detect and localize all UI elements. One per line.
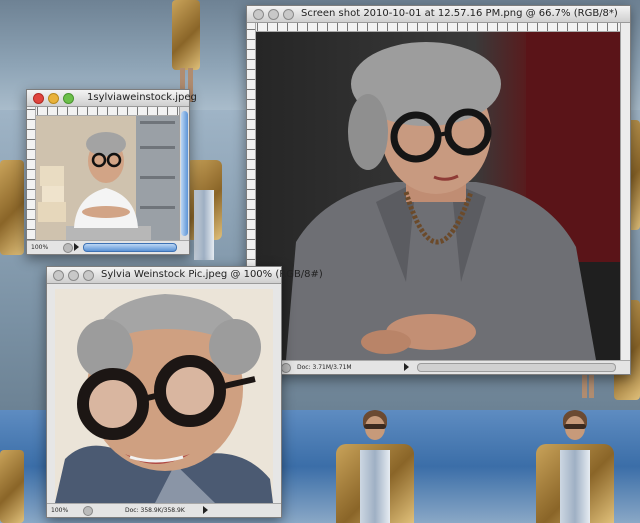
close-icon[interactable] (33, 93, 44, 104)
runway-model-image (530, 410, 620, 523)
document-canvas[interactable] (55, 289, 273, 503)
woman-portrait-photo (286, 32, 620, 360)
runway-model-image (0, 150, 26, 270)
document-size: Doc: 3.71M/3.71M (297, 364, 352, 371)
zoom-icon[interactable] (63, 93, 74, 104)
zoom-icon[interactable] (83, 270, 94, 281)
window-titlebar[interactable]: Screen shot 2010-10-01 at 12.57.16 PM.pn… (247, 6, 630, 23)
window-titlebar[interactable]: 1sylviaweinstock.jpeg (27, 90, 197, 107)
runway-model-image (0, 450, 26, 523)
window-titlebar[interactable]: Sylvia Weinstock Pic.jpeg @ 100% (RGB/8#… (47, 267, 323, 284)
zoom-level[interactable]: 100% (31, 244, 48, 251)
document-size: Doc: 358.9K/358.9K (125, 507, 185, 514)
status-menu-arrow-icon[interactable] (404, 363, 409, 371)
closeup-portrait-photo (55, 289, 273, 503)
close-icon[interactable] (253, 9, 264, 20)
status-bar: 100% Doc: 358.9K/358.9K (47, 503, 281, 517)
portrait-document-window[interactable]: Sylvia Weinstock Pic.jpeg @ 100% (RGB/8#… (46, 266, 323, 518)
runway-model-image (330, 410, 420, 523)
zoom-level[interactable]: 100% (51, 507, 68, 514)
horizontal-scrollbar[interactable] (83, 243, 177, 252)
window-controls (253, 9, 294, 20)
zoom-icon[interactable] (283, 9, 294, 20)
vertical-ruler[interactable] (27, 107, 36, 240)
horizontal-scrollbar[interactable] (417, 363, 616, 372)
status-icon (83, 506, 93, 516)
window-title: Screen shot 2010-10-01 at 12.57.16 PM.pn… (301, 8, 618, 19)
screenshot-document-window[interactable]: Screen shot 2010-10-01 at 12.57.16 PM.pn… (246, 5, 631, 375)
document-canvas[interactable] (36, 116, 179, 240)
status-icon (281, 363, 291, 373)
close-icon[interactable] (53, 270, 64, 281)
window-controls (53, 270, 94, 281)
status-menu-arrow-icon[interactable] (203, 506, 208, 514)
document-canvas[interactable] (256, 32, 620, 360)
minimize-icon[interactable] (48, 93, 59, 104)
vertical-scrollbar[interactable] (620, 23, 630, 360)
vertical-scrollbar[interactable] (179, 107, 189, 240)
bakery-portrait-photo (36, 116, 179, 240)
status-bar: 100% (27, 240, 189, 254)
status-menu-arrow-icon[interactable] (74, 243, 79, 251)
minimize-icon[interactable] (68, 270, 79, 281)
status-icon (63, 243, 73, 253)
minimize-icon[interactable] (268, 9, 279, 20)
horizontal-ruler[interactable] (27, 107, 179, 116)
status-bar: Doc: 3.71M/3.71M (247, 360, 630, 374)
runway-model-image (184, 150, 224, 270)
window-title: 1sylviaweinstock.jpeg (87, 92, 197, 103)
window-title: Sylvia Weinstock Pic.jpeg @ 100% (RGB/8#… (101, 269, 323, 280)
window-controls (33, 93, 74, 104)
horizontal-ruler[interactable] (247, 23, 620, 32)
small-document-window[interactable]: 1sylviaweinstock.jpeg 100% (26, 89, 197, 255)
